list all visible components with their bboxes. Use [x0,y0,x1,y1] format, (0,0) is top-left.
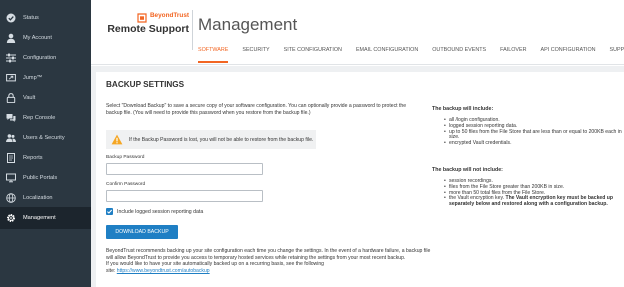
globe-icon [6,193,16,203]
sidebar-item-reports[interactable]: Reports [0,147,91,169]
section-title: BACKUP SETTINGS [106,80,185,89]
vault-lock-icon [6,93,16,103]
page-title: Management [198,15,298,34]
sidebar-item-status[interactable]: Status [0,7,91,29]
confirm-password-label: Confirm Password [106,182,146,187]
status-check-icon [6,13,16,23]
sidebar-item-label: Localization [23,195,53,201]
footer-autobackup-text: If you would like to have your site auto… [106,261,325,268]
sidebar-item-label: Vault [23,95,36,101]
download-backup-button[interactable]: DOWNLOAD BACKUP [106,225,178,239]
sidebar-item-management[interactable]: Management [0,207,91,229]
tab-failover[interactable]: FAILOVER [500,44,526,63]
list-item: the Vault encryption key. The Vault encr… [444,195,624,208]
monitor-icon [6,173,16,183]
sidebar-item-label: Configuration [23,55,57,61]
sidebar-item-label: Rep Console [23,115,56,121]
include-reporting-label: Include logged session reporting data [117,208,204,215]
sidebar-item-localization[interactable]: Localization [0,187,91,209]
header: BeyondTrust Remote Support Management SO… [91,0,624,65]
confirm-password-field[interactable] [106,190,263,202]
list-item: encrypted Vault credentials. [444,140,624,147]
tab-api-configuration[interactable]: API CONFIGURATION [541,44,596,63]
footer-link-prefix: site: [106,267,117,274]
users-icon [6,133,16,143]
product-name: Remote Support [107,23,189,35]
gear-icon [6,213,16,223]
include-reporting-checkbox[interactable] [106,208,113,215]
footer-paragraph: BeyondTrust recommends backing up your s… [106,248,431,261]
tab-email-configuration[interactable]: EMAIL CONFIGURATION [356,44,418,63]
sidebar-item-my-account[interactable]: My Account [0,27,91,49]
sidebar-item-label: Jump™ [23,75,43,81]
sidebar-item-jump[interactable]: Jump™ [0,67,91,89]
jump-icon [6,73,16,83]
sidebar-item-label: Reports [23,155,43,161]
chat-icon [6,113,16,123]
warning-text: If the Backup Password is lost, you will… [129,136,314,143]
backup-footer-text: BeyondTrust recommends backing up your s… [106,248,432,274]
user-icon [6,33,16,43]
includes-title: The backup will include: [432,106,494,112]
include-reporting-checkbox-row: Include logged session reporting data [106,208,203,215]
sliders-icon [6,53,16,63]
excludes-list: session recordings. files from the File … [444,178,624,208]
sidebar-item-configuration[interactable]: Configuration [0,47,91,69]
tab-software[interactable]: SOFTWARE [198,44,229,63]
report-icon [6,153,16,163]
sidebar-item-label: Public Portals [23,175,58,181]
sidebar-item-vault[interactable]: Vault [0,87,91,109]
tab-site-configuration[interactable]: SITE CONFIGURATION [284,44,342,63]
sidebar: Status My Account Configuration Jump™ Va… [0,0,91,287]
backup-password-field[interactable] [106,163,263,175]
brand: BeyondTrust Remote Support [99,8,189,36]
sidebar-item-label: Management [23,215,56,221]
tab-bar: SOFTWARE SECURITY SITE CONFIGURATION EMA… [198,44,624,64]
beyondtrust-logo-icon [137,10,147,23]
header-divider [192,10,193,50]
backup-password-label: Backup Password [106,155,145,160]
password-warning: If the Backup Password is lost, you will… [106,130,316,149]
backup-intro-text: Select "Download Backup" to save a secur… [106,103,407,116]
includes-list: all /login configuration. logged session… [444,117,624,147]
sidebar-item-label: Users & Security [23,135,65,141]
brand-name: BeyondTrust [149,11,189,19]
tab-support[interactable]: SUPPORT [610,44,624,63]
excludes-title: The backup will not include: [432,167,503,173]
sidebar-item-users-security[interactable]: Users & Security [0,127,91,149]
sidebar-item-rep-console[interactable]: Rep Console [0,107,91,129]
autobackup-link[interactable]: https://www.beyondtrust.com/autobackup [117,268,210,274]
sidebar-item-label: Status [23,15,39,21]
warning-icon [111,134,123,145]
sidebar-item-public-portals[interactable]: Public Portals [0,167,91,189]
tab-outbound-events[interactable]: OUTBOUND EVENTS [432,44,486,63]
sidebar-item-label: My Account [23,35,52,41]
tab-security[interactable]: SECURITY [242,44,269,63]
